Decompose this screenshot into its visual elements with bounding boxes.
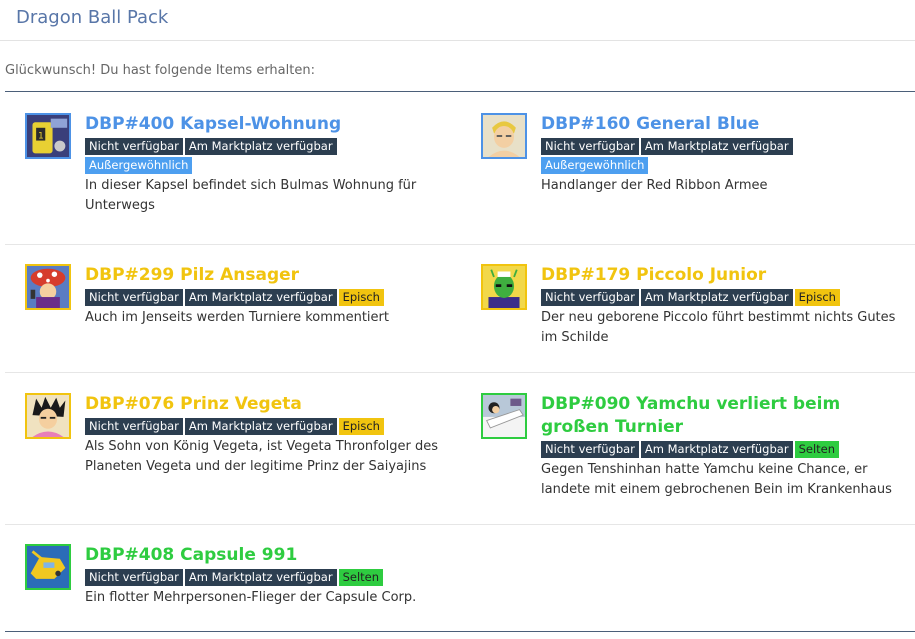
badge-unavailable: Nicht verfügbar	[541, 138, 639, 155]
item-description: Als Sohn von König Vegeta, ist Vegeta Th…	[85, 439, 439, 474]
rarity-badge: Selten	[794, 441, 840, 458]
rarity-badge: Episch	[338, 418, 384, 435]
item-name-link[interactable]: DBP#299 Pilz Ansager	[85, 264, 445, 287]
badge-unavailable: Nicht verfügbar	[85, 418, 183, 435]
item-name-link[interactable]: DBP#160 General Blue	[541, 113, 901, 136]
rarity-badge: Episch	[794, 289, 840, 306]
item-description: Handlanger der Red Ribbon Armee	[541, 178, 768, 193]
divider-bottom	[5, 631, 915, 632]
item-name-link[interactable]: DBP#408 Capsule 991	[85, 544, 445, 567]
badge-marketplace: Am Marktplatz verfügbar	[640, 138, 793, 155]
svg-text:1: 1	[38, 132, 44, 142]
pack-header: Dragon Ball Pack	[0, 0, 915, 41]
badge-unavailable: Nicht verfügbar	[541, 441, 639, 458]
badge-marketplace: Am Marktplatz verfügbar	[184, 138, 337, 155]
badge-marketplace: Am Marktplatz verfügbar	[184, 289, 337, 306]
mushroom-announcer-icon[interactable]	[25, 264, 71, 310]
item-name-link[interactable]: DBP#400 Kapsel-Wohnung	[85, 113, 445, 136]
item-description: Der neu geborene Piccolo führt bestimmt …	[541, 310, 896, 345]
badge-marketplace: Am Marktplatz verfügbar	[184, 569, 337, 586]
rarity-badge: Selten	[338, 569, 384, 586]
rarity-badge: Außergewöhnlich	[541, 157, 649, 174]
item-description: Auch im Jenseits werden Turniere komment…	[85, 310, 389, 325]
congrats-message: Glückwunsch! Du hast folgende Items erha…	[5, 63, 315, 78]
badge-unavailable: Nicht verfügbar	[85, 289, 183, 306]
badge-marketplace: Am Marktplatz verfügbar	[184, 418, 337, 435]
item-description: Ein flotter Mehrpersonen-Flieger der Cap…	[85, 590, 417, 605]
capsule-991-aircraft-icon[interactable]	[25, 544, 71, 590]
badge-marketplace: Am Marktplatz verfügbar	[640, 441, 793, 458]
page-title: Dragon Ball Pack	[16, 7, 169, 28]
general-blue-icon[interactable]	[481, 113, 527, 159]
yamchu-hospital-icon[interactable]	[481, 393, 527, 439]
item-name-link[interactable]: DBP#090 Yamchu verliert beim großen Turn…	[541, 393, 901, 439]
badge-unavailable: Nicht verfügbar	[541, 289, 639, 306]
item-name-link[interactable]: DBP#179 Piccolo Junior	[541, 264, 901, 287]
row-divider	[5, 372, 915, 373]
divider-top	[5, 91, 915, 92]
badge-unavailable: Nicht verfügbar	[85, 138, 183, 155]
item-description: In dieser Kapsel befindet sich Bulmas Wo…	[85, 178, 417, 213]
row-divider	[5, 244, 915, 245]
item-name-link[interactable]: DBP#076 Prinz Vegeta	[85, 393, 445, 416]
prince-vegeta-icon[interactable]	[25, 393, 71, 439]
rarity-badge: Episch	[338, 289, 384, 306]
rarity-badge: Außergewöhnlich	[85, 157, 193, 174]
piccolo-junior-icon[interactable]	[481, 264, 527, 310]
capsule-apartment-icon[interactable]: 1	[25, 113, 71, 159]
badge-marketplace: Am Marktplatz verfügbar	[640, 289, 793, 306]
item-description: Gegen Tenshinhan hatte Yamchu keine Chan…	[541, 462, 892, 497]
badge-unavailable: Nicht verfügbar	[85, 569, 183, 586]
row-divider	[5, 524, 915, 525]
